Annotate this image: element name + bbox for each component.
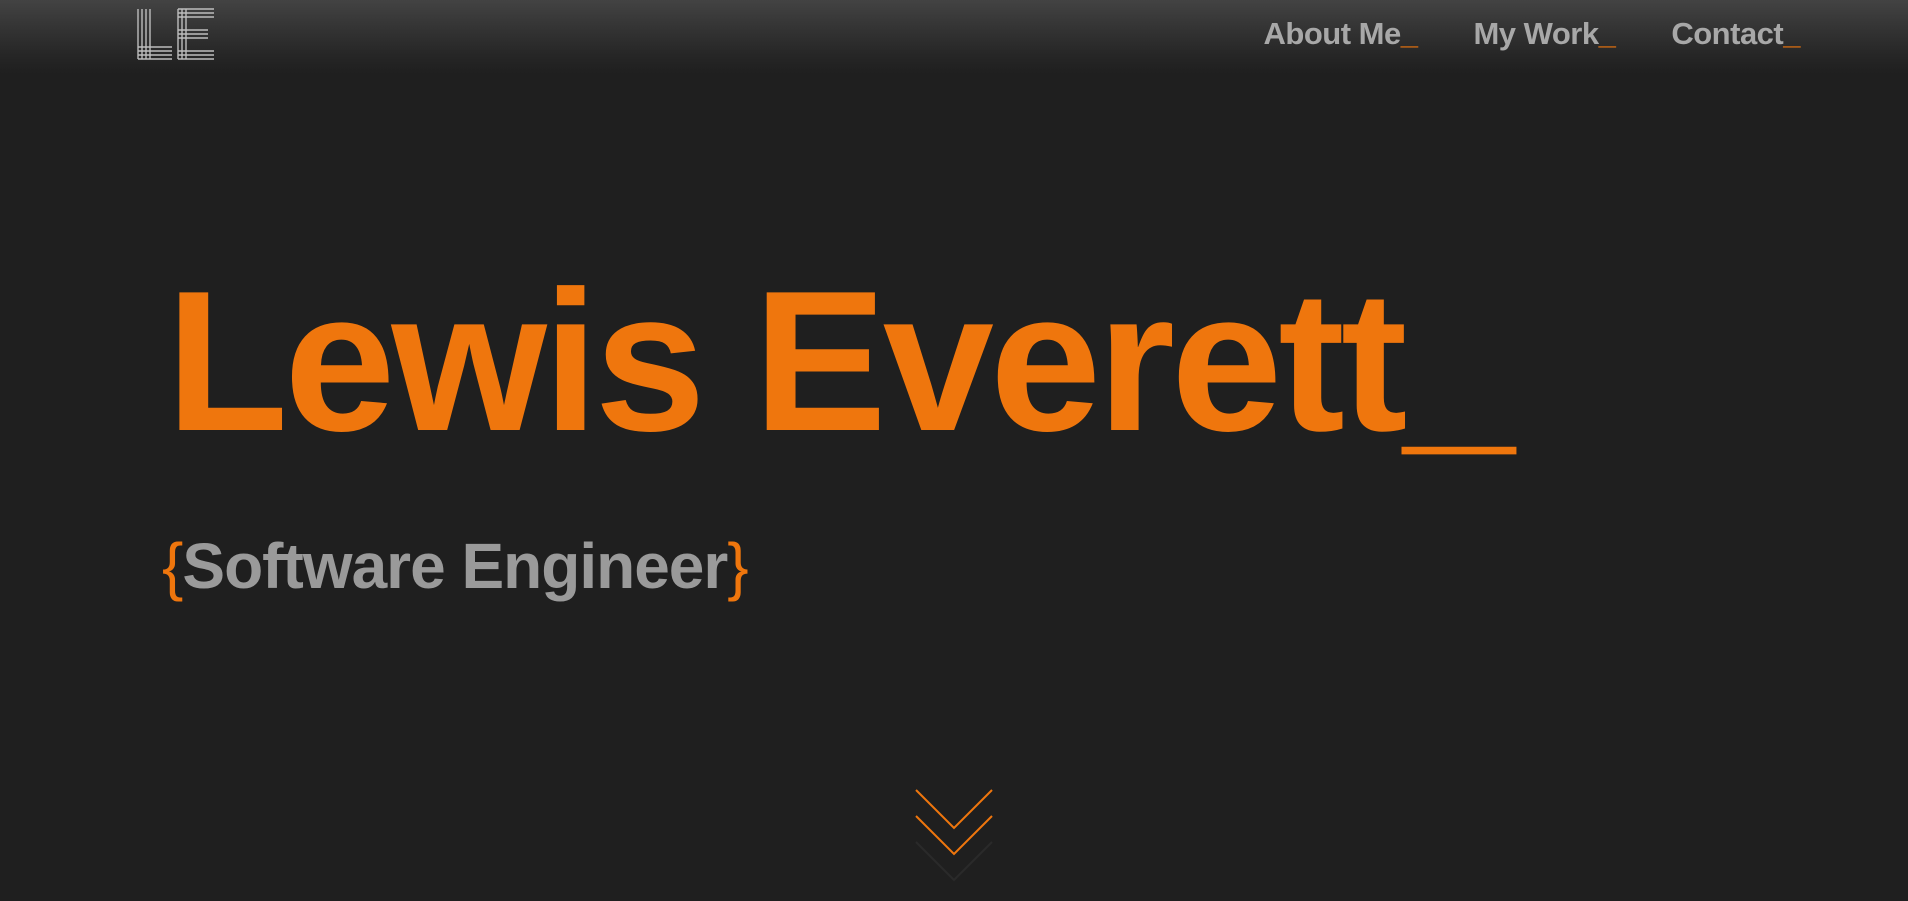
main-nav: About Me_ My Work_ Contact_ [1264,16,1801,52]
logo-icon [137,8,214,60]
role-text: Software Engineer [182,530,728,602]
hero-name-text: Lewis Everett [166,250,1407,473]
hero-name: Lewis Everett_ [166,262,1515,462]
nav-contact-label: Contact [1671,16,1784,51]
chevron-double-down-icon [915,789,993,882]
scroll-down-button[interactable] [914,786,994,882]
page: About Me_ My Work_ Contact_ Lewis Everet… [0,0,1908,901]
hero-cursor-underscore: _ [1403,250,1514,473]
role-open-brace: { [162,530,183,602]
nav-about-me[interactable]: About Me_ [1264,16,1418,52]
role-close-brace: } [727,530,748,602]
hero-role: {Software Engineer} [162,530,749,602]
nav-contact[interactable]: Contact_ [1671,16,1800,52]
nav-cursor-underscore: _ [1783,16,1800,51]
navbar: About Me_ My Work_ Contact_ [0,0,1908,74]
nav-my-work-label: My Work [1473,16,1599,51]
site-logo[interactable] [136,8,216,60]
nav-cursor-underscore: _ [1598,16,1616,51]
nav-my-work[interactable]: My Work_ [1473,16,1615,52]
nav-cursor-underscore: _ [1400,16,1418,51]
nav-about-me-label: About Me [1263,16,1402,51]
